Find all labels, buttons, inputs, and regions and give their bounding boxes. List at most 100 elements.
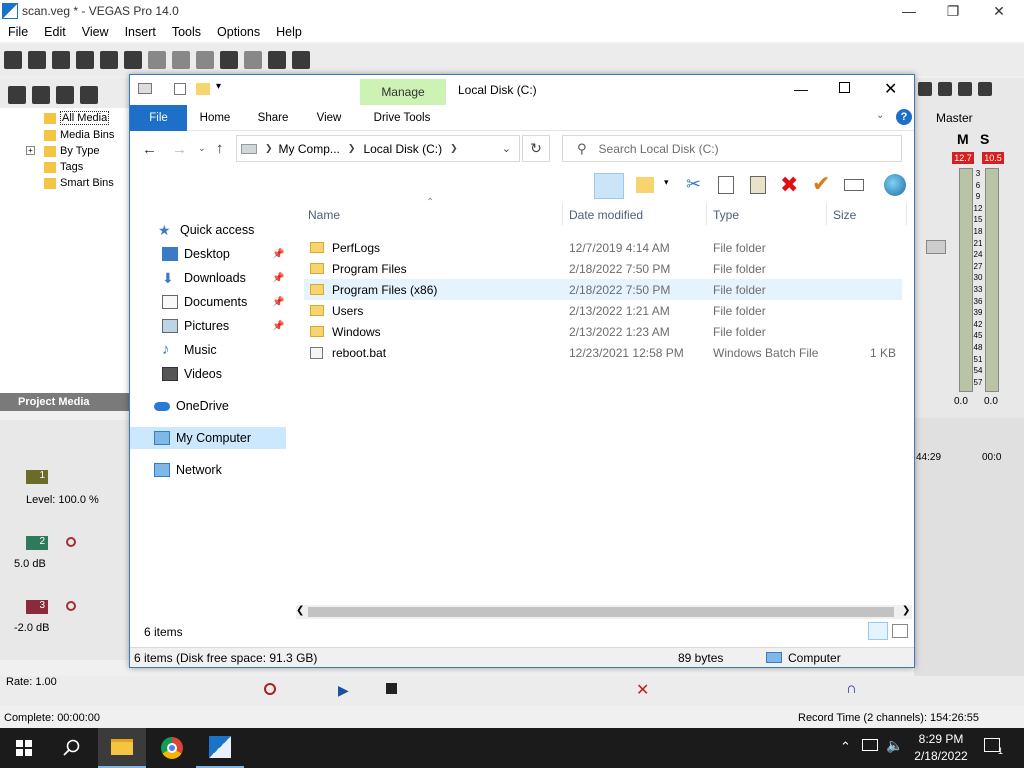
breadcrumb-my-computer[interactable]: My Comp... [279,142,340,156]
taskbar-chrome[interactable] [148,728,196,768]
nav-videos[interactable]: Videos [162,363,222,385]
column-divider[interactable] [706,203,707,225]
copy-icon[interactable] [718,176,734,194]
fx-icon[interactable] [938,82,952,96]
chevron-right-icon[interactable]: ❯ [265,143,273,154]
nav-downloads[interactable]: ⬇ Downloads [162,267,246,289]
nav-quick-access[interactable]: ★ Quick access [158,219,254,241]
dropdown-icon[interactable]: ▾ [664,177,669,188]
track-2[interactable]: 2 5.0 dB [0,534,130,578]
properties-icon[interactable] [174,83,186,95]
file-row[interactable]: Windows 2/13/2022 1:23 AM File folder [304,321,902,342]
search-button[interactable] [48,728,96,768]
pin-icon[interactable]: 📌 [272,273,284,284]
chevron-down-icon[interactable]: ⌄ [502,142,511,155]
tree-tags[interactable]: Tags [44,159,83,175]
column-date-modified[interactable]: Date modified [569,208,643,222]
file-row[interactable]: reboot.bat 12/23/2021 12:58 PM Windows Bat… [304,342,902,363]
chevron-right-icon[interactable]: ❯ [348,143,356,154]
details-view-icon[interactable] [868,622,888,640]
taskbar-file-explorer[interactable] [98,728,146,768]
menu-insert[interactable]: Insert [117,25,164,39]
delete-icon[interactable]: ✕ [636,680,649,700]
hand-icon[interactable] [268,51,286,69]
cut-icon[interactable] [148,51,166,69]
new-icon[interactable] [4,51,22,69]
tab-home[interactable]: Home [190,105,240,131]
tree-media-bins[interactable]: Media Bins [44,127,114,143]
file-row[interactable]: PerfLogs 12/7/2019 4:14 AM File folder [304,237,902,258]
paste-icon[interactable] [750,176,766,194]
column-divider[interactable] [906,203,907,225]
nav-documents[interactable]: Documents [162,291,247,313]
redo-icon[interactable] [244,51,262,69]
menu-tools[interactable]: Tools [164,25,209,39]
rename-check-icon[interactable]: ✔ [812,171,830,197]
menu-view[interactable]: View [74,25,117,39]
nav-music[interactable]: ♪ Music [162,339,217,361]
menu-file[interactable]: File [0,25,36,39]
globe-icon[interactable] [884,174,906,196]
tab-view[interactable]: View [306,105,352,131]
pin-icon[interactable]: 📌 [272,321,284,332]
bus-icon[interactable] [958,82,972,96]
tab-drive-tools[interactable]: Drive Tools [362,105,442,131]
stop-icon[interactable] [386,683,397,694]
close-icon[interactable]: ✕ [884,79,897,99]
restore-icon[interactable]: ❐ [930,0,976,22]
cut-icon[interactable]: ✂ [686,174,701,195]
preview-pane-icon[interactable] [594,173,624,199]
network-icon[interactable] [862,739,878,751]
volume-icon[interactable]: 🔈 [886,737,903,754]
paste-icon[interactable] [196,51,214,69]
up-icon[interactable]: ↑ [216,140,224,157]
pin-icon[interactable]: 📌 [272,249,284,260]
qat-dropdown-icon[interactable]: ▾ [216,81,221,92]
expand-ribbon-icon[interactable]: ⌄ [876,110,884,121]
tab-share[interactable]: Share [250,105,296,131]
back-icon[interactable]: ← [142,141,157,158]
pin-icon[interactable]: 📌 [272,297,284,308]
recent-locations-icon[interactable]: ⌄ [198,143,206,154]
import-media-icon[interactable] [8,86,26,104]
start-button[interactable] [0,728,48,768]
chevron-right-icon[interactable]: ❯ [450,143,458,154]
tab-file[interactable]: File [130,105,187,131]
clock-time[interactable]: 8:29 PM [914,732,968,746]
help-icon[interactable]: ? [896,109,912,125]
track-1[interactable]: 1 Level: 100.0 % [0,468,130,512]
horizontal-scrollbar[interactable]: ❮ ❯ [296,605,912,619]
close-icon[interactable]: ✕ [976,0,1022,22]
solo-button[interactable]: S [980,131,989,147]
search-input[interactable]: ⚲ Search Local Disk (C:) [562,135,902,162]
column-type[interactable]: Type [713,208,739,222]
file-row[interactable]: Program Files (x86) 2/18/2022 7:50 PM File… [304,279,902,300]
scroll-right-icon[interactable]: ❯ [902,605,910,616]
mixer-icon[interactable] [978,82,992,96]
help-icon[interactable] [292,51,310,69]
expand-icon[interactable]: + [26,146,35,155]
tree-all-media[interactable]: All Media [44,110,110,126]
taskbar-vegas[interactable] [196,728,244,768]
refresh-icon[interactable]: ↻ [522,135,550,162]
chevron-up-icon[interactable]: ⌃ [840,739,851,755]
nav-desktop[interactable]: Desktop [162,243,230,265]
menu-edit[interactable]: Edit [36,25,74,39]
large-icons-view-icon[interactable] [892,624,908,638]
clock-date[interactable]: 2/18/2022 [908,749,974,763]
render-icon[interactable] [100,51,118,69]
record-arm-icon[interactable] [66,601,76,611]
record-arm-icon[interactable] [66,537,76,547]
gear-icon[interactable] [918,82,932,96]
properties-icon[interactable] [124,51,142,69]
play-icon[interactable]: ▶ [338,682,349,699]
minimize-icon[interactable]: — [886,0,932,22]
file-row[interactable]: Program Files 2/18/2022 7:50 PM File folde… [304,258,902,279]
delete-icon[interactable]: ✖ [780,172,798,198]
address-bar[interactable]: ❯ My Comp... ❯ Local Disk (C:) ❯ ⌄ [236,135,520,162]
copy-icon[interactable] [172,51,190,69]
maximize-icon[interactable] [839,82,850,93]
save-as-icon[interactable] [76,51,94,69]
column-divider[interactable] [562,203,563,225]
minimize-icon[interactable]: — [794,81,808,97]
